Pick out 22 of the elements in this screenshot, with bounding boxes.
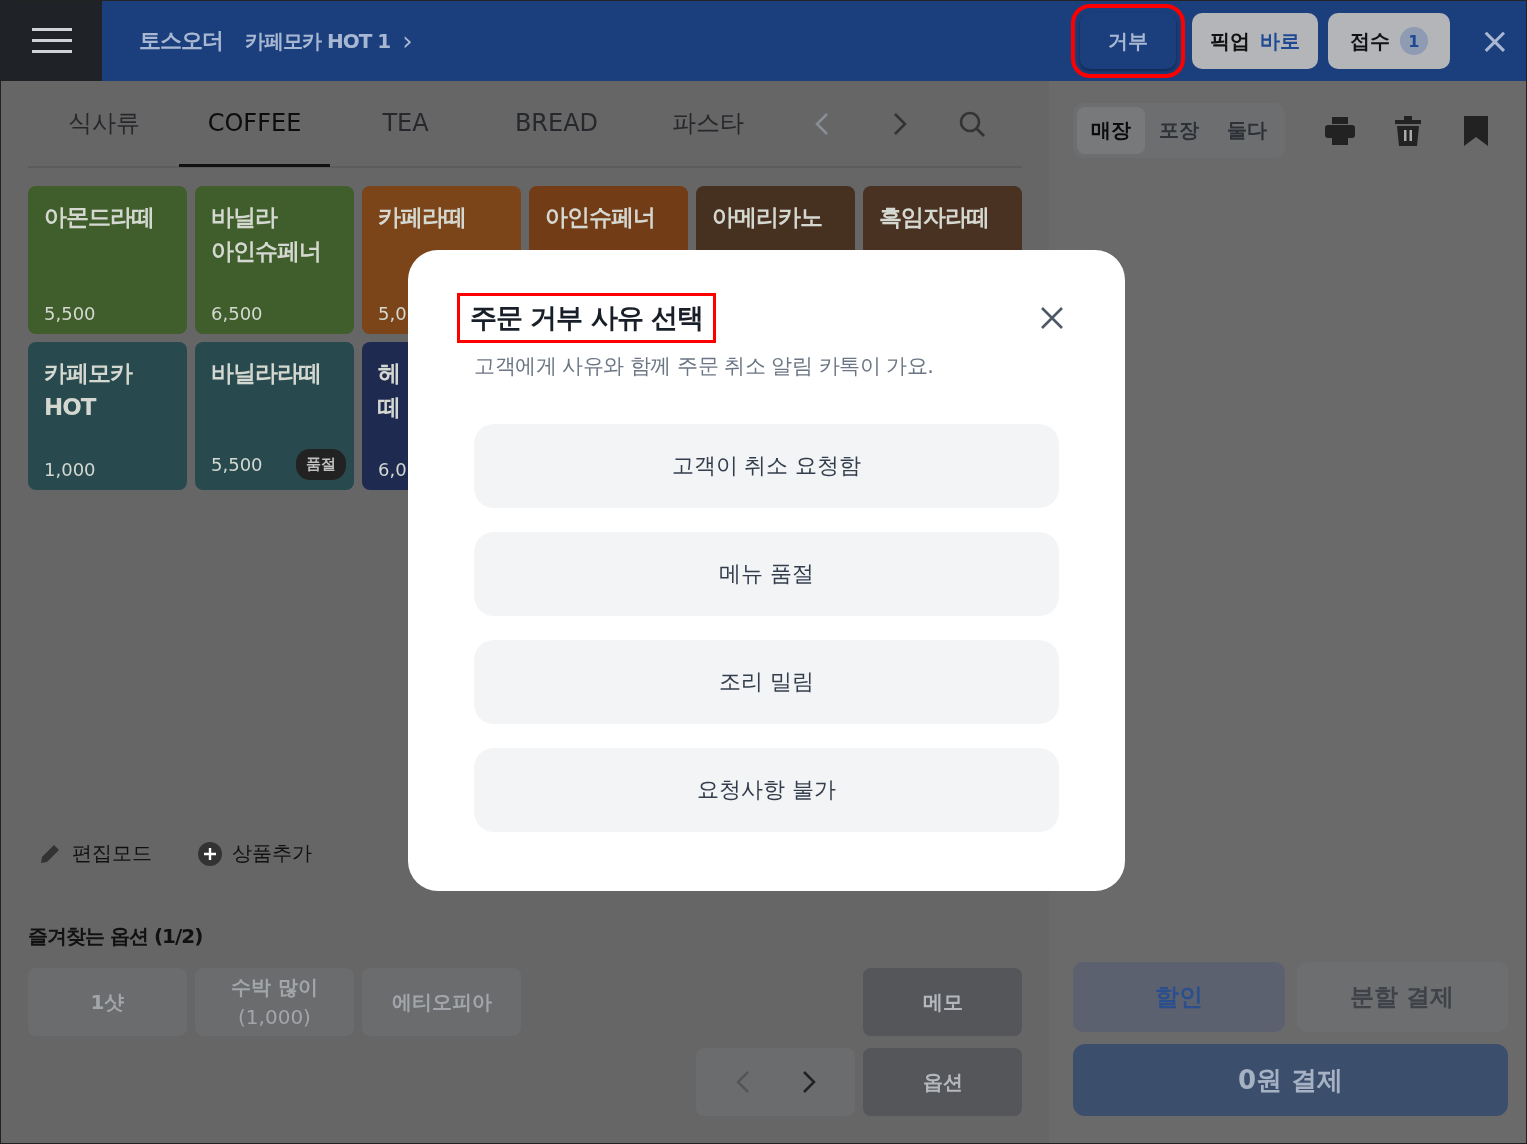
menu-price: 6,500 bbox=[211, 303, 263, 324]
store-name: 토스오더 bbox=[139, 27, 223, 55]
menu-price: 5,500 bbox=[211, 454, 263, 475]
dialog-subtitle: 고객에게 사유와 함께 주문 취소 알림 카톡이 가요. bbox=[474, 353, 935, 380]
menu-name: 아인슈페너 bbox=[545, 203, 655, 232]
menu-name: 아몬드라떼 bbox=[44, 203, 154, 232]
menu-price: 1,000 bbox=[44, 459, 96, 480]
menu-name: 바닐라 아인슈페너 bbox=[211, 203, 321, 266]
menu-price: 6,0 bbox=[378, 459, 407, 480]
count-badge: 1 bbox=[1399, 27, 1428, 55]
menu-name: 헤 떼 bbox=[378, 359, 400, 422]
menu-name: 바닐라라떼 bbox=[211, 359, 321, 388]
accept-label: 접수 bbox=[1349, 27, 1390, 55]
section-title: 즐겨찾는 옵션 (1/2) bbox=[28, 923, 204, 950]
dialog-title: 주문 거부 사유 선택 bbox=[460, 296, 714, 340]
menu-name: 흑임자라떼 bbox=[879, 203, 989, 232]
menu-name: 카페라떼 bbox=[378, 203, 466, 232]
menu-price: 5,500 bbox=[44, 303, 96, 324]
menu-name: 카페모카 HOT bbox=[44, 359, 132, 422]
menu-price: 5,0 bbox=[378, 303, 407, 324]
menu-name: 아메리카노 bbox=[712, 203, 822, 232]
sold-out-badge: 품절 bbox=[296, 449, 346, 480]
